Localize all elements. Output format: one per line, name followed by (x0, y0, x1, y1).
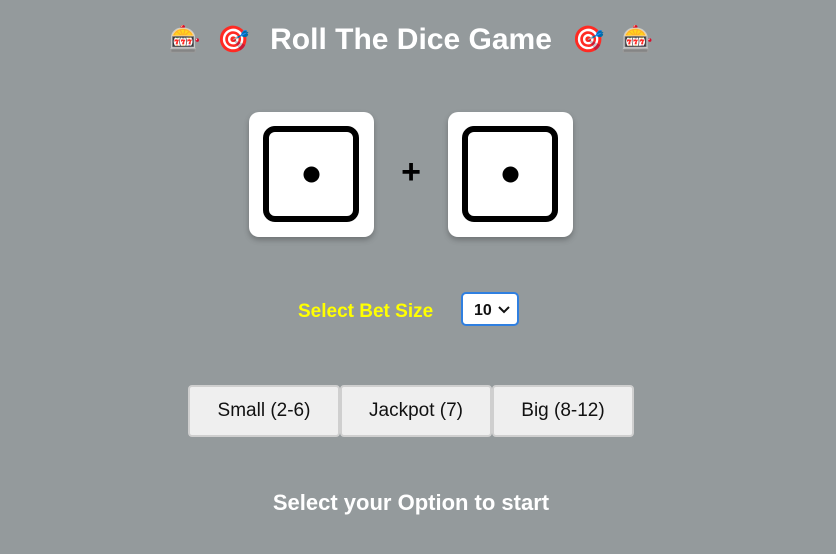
dart-target-icon: 🎯 (217, 25, 250, 56)
bet-size-value: 10 (474, 302, 492, 319)
die-two (448, 112, 573, 237)
page-header: 🎰 🎯 Roll The Dice Game 🎯 🎰 (0, 20, 822, 59)
game-page: 🎰 🎯 Roll The Dice Game 🎯 🎰 + Select Bet … (0, 0, 836, 554)
bet-size-label: Select Bet Size (298, 301, 434, 322)
page-title: Roll The Dice Game (270, 23, 552, 57)
small-option-button[interactable]: Small (2-6) (188, 385, 340, 437)
dice-area: + (249, 112, 573, 237)
slot-machine-icon: 🎰 (620, 25, 654, 56)
slot-machine-icon: 🎰 (168, 25, 202, 56)
status-message: Select your Option to start (272, 490, 550, 515)
die-one (249, 112, 374, 237)
dart-target-icon: 🎯 (572, 25, 605, 56)
plus-sign: + (401, 153, 421, 191)
jackpot-option-button[interactable]: Jackpot (7) (340, 385, 492, 437)
bet-size-select[interactable]: 10 (461, 292, 519, 326)
die-face-one-icon (263, 126, 359, 222)
chevron-down-icon (498, 306, 510, 314)
die-face-one-icon (462, 126, 558, 222)
big-option-button[interactable]: Big (8-12) (492, 385, 634, 437)
